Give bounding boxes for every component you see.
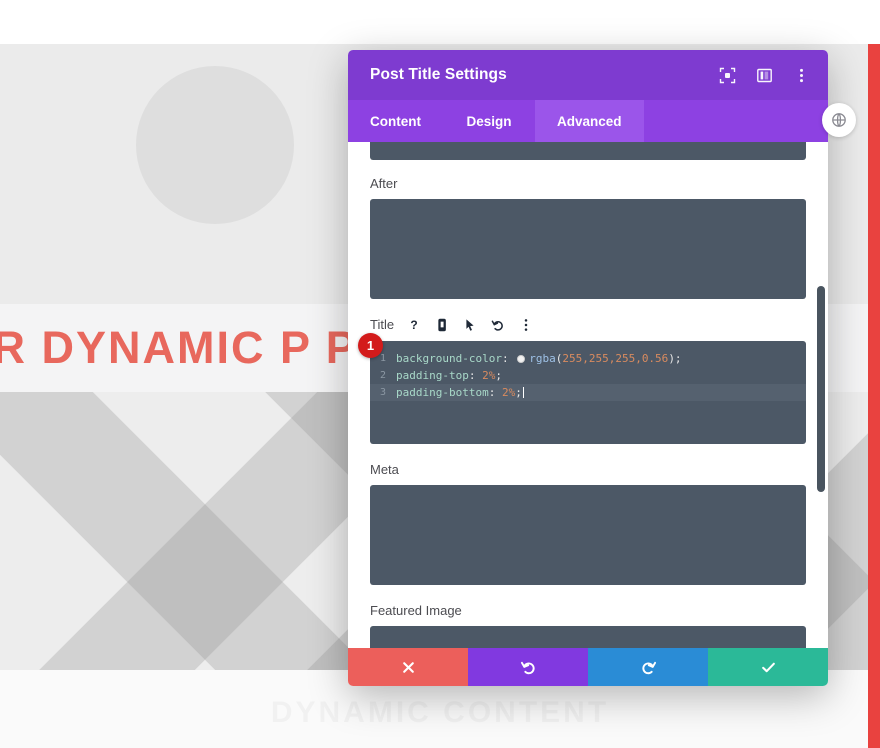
close-icon[interactable] [822, 103, 856, 137]
field-label-after: After [370, 176, 398, 191]
tab-advanced[interactable]: Advanced [535, 100, 644, 142]
css-property: background-color [396, 352, 502, 365]
close-icon [402, 661, 414, 673]
modal-scrollbar-thumb[interactable] [817, 286, 825, 492]
page-headline: UR DYNAMIC P PL [0, 322, 388, 373]
css-args: 255,255,255,0.56 [562, 352, 669, 365]
title-field-tools: ? [406, 317, 533, 332]
modal-footer [348, 648, 828, 686]
code-box-featured-image[interactable] [370, 626, 806, 648]
field-meta: Meta [370, 462, 806, 585]
hero-circle-decoration [136, 66, 294, 224]
code-box-after[interactable] [370, 199, 806, 299]
page-faint-watermark: DYNAMIC CONTENT [0, 696, 880, 730]
modal-title: Post Title Settings [370, 66, 507, 83]
css-terminator: ; [515, 386, 522, 399]
code-line-text: padding-top: 2%; [396, 369, 502, 382]
tab-design[interactable]: Design [443, 100, 535, 142]
modal-scrollbar[interactable] [817, 142, 825, 648]
line-number: 2 [379, 370, 386, 381]
reset-icon[interactable] [490, 317, 505, 332]
css-colon: : [488, 386, 502, 399]
css-colon: : [501, 352, 516, 365]
help-icon[interactable]: ? [406, 317, 421, 332]
css-value: 2% [501, 386, 516, 399]
title-css-editor[interactable]: 1 background-color: rgba(255,255,255,0.5… [370, 341, 806, 444]
field-title: Title ? 1 1 background-color: rgba(255,2… [358, 317, 806, 444]
code-line-text: padding-bottom: 2%; [396, 386, 524, 399]
redo-icon [641, 661, 656, 674]
color-swatch-icon[interactable] [517, 355, 526, 363]
css-terminator: ; [495, 369, 502, 382]
css-terminator: ); [668, 352, 682, 365]
css-property: padding-bottom [396, 386, 489, 399]
cursor-icon[interactable] [462, 317, 477, 332]
modal-tabs: Content Design Advanced [348, 100, 856, 142]
modal-header-actions [719, 67, 810, 84]
layout-icon[interactable] [756, 67, 773, 84]
more-vertical-icon[interactable] [518, 317, 533, 332]
title-css-editor-wrap: 1 1 background-color: rgba(255,255,255,0… [358, 333, 806, 444]
check-icon [761, 662, 775, 672]
code-line-text: background-color: rgba(255,255,255,0.56)… [396, 352, 682, 365]
field-label-meta: Meta [370, 462, 399, 477]
field-after: After [370, 176, 806, 299]
builder-page: UR DYNAMIC P PL DYNAMIC CONTENT Post Tit… [0, 0, 880, 748]
code-line[interactable]: 3 padding-bottom: 2%; [370, 384, 806, 401]
css-colon: : [468, 369, 483, 382]
page-right-accent-bar [868, 44, 880, 748]
save-button[interactable] [708, 648, 828, 686]
code-box-meta[interactable] [370, 485, 806, 585]
code-line[interactable]: 1 background-color: rgba(255,255,255,0.5… [370, 350, 806, 367]
field-featured-image: Featured Image [370, 603, 806, 648]
svg-text:?: ? [410, 318, 417, 332]
modal-header: Post Title Settings [348, 50, 828, 100]
more-vertical-icon[interactable] [793, 67, 810, 84]
undo-button[interactable] [468, 648, 588, 686]
css-property: padding-top [396, 369, 469, 382]
mobile-icon[interactable] [434, 317, 449, 332]
css-value: 2% [482, 369, 496, 382]
redo-button[interactable] [588, 648, 708, 686]
field-label-title: Title [370, 317, 395, 332]
tab-content[interactable]: Content [348, 100, 443, 142]
code-line[interactable]: 2 padding-top: 2%; [370, 367, 806, 384]
text-caret [522, 387, 524, 398]
cancel-button[interactable] [348, 648, 468, 686]
modal-body[interactable]: After Title ? 1 1 background-color: rgba… [348, 142, 828, 648]
post-title-settings-modal: Post Title Settings Content Design Advan… [348, 50, 856, 686]
undo-icon [520, 661, 535, 674]
focus-icon[interactable] [719, 67, 736, 84]
css-function: rgba [529, 352, 556, 365]
line-number: 3 [379, 387, 386, 398]
step-badge: 1 [358, 333, 383, 358]
code-box-previous[interactable] [370, 142, 806, 160]
title-label-row: Title ? [370, 317, 806, 332]
page-top-band [0, 0, 880, 44]
field-label-featured-image: Featured Image [370, 603, 462, 618]
